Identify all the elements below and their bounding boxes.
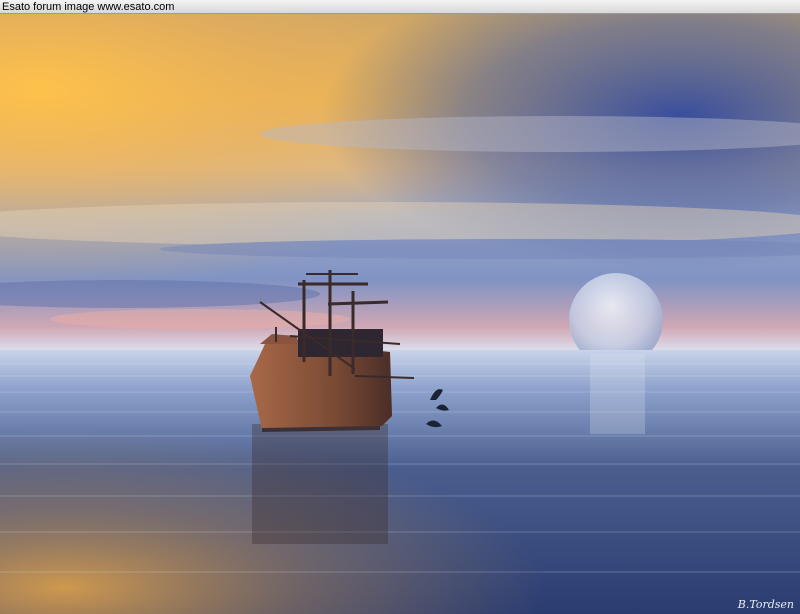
image-frame: Esato forum image www.esato.com B.Tordse… [0, 0, 800, 614]
watermark-caption: Esato forum image www.esato.com [0, 0, 800, 14]
artist-signature: B.Tordsen [737, 598, 794, 611]
sea-scene [0, 14, 800, 614]
ship-reflection [252, 424, 388, 544]
